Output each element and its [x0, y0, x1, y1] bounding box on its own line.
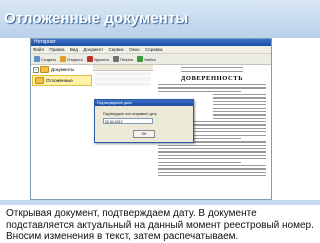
caption-text: Открывая документ, подтверждаем дату. В … [0, 205, 320, 243]
doc-text-line [158, 171, 266, 173]
doc-text-line [158, 158, 266, 160]
delete-button[interactable]: Удалить [86, 56, 110, 62]
doc-text-line [158, 175, 266, 177]
doc-text-line [213, 100, 266, 102]
caption-line: Открывая документ, подтверждаем дату. В … [6, 208, 257, 219]
doc-text-line [213, 94, 266, 96]
dialog-titlebar: Подтверждение даты [95, 100, 193, 106]
doc-text-line [158, 87, 266, 89]
menu-item-service[interactable]: Сервис [108, 47, 123, 52]
folder-tree: − Документы Отложенные [31, 65, 94, 199]
date-field[interactable]: 02.04.2012 [103, 118, 153, 124]
list-item[interactable] [95, 82, 151, 86]
list-item[interactable] [95, 77, 151, 81]
ok-button[interactable]: OK [133, 130, 155, 138]
date-confirm-dialog: Подтверждение даты Подтвердите или испра… [94, 99, 194, 143]
doc-text-line [213, 110, 266, 113]
new-doc-button[interactable]: Создать [33, 56, 57, 62]
caption-line: подставляется актуальный на данный момен… [6, 219, 314, 231]
menu-bar: Файл Правка Вид Документ Сервис Окно Спр… [31, 46, 271, 54]
caption-line: Вносим изменения в текст, затем распечат… [6, 231, 239, 242]
dialog-prompt: Подтвердите или исправьте дату [103, 112, 157, 116]
tree-item-label: Отложенные [46, 78, 73, 83]
tree-item-documents[interactable]: − Документы [31, 65, 93, 74]
doc-text-line [158, 83, 266, 86]
new-doc-icon [34, 56, 40, 62]
folder-icon [35, 77, 44, 84]
tree-item-deferred[interactable]: Отложенные [32, 75, 92, 86]
window-titlebar: Нотариат [31, 39, 271, 46]
open-doc-button[interactable]: Открыть [59, 56, 84, 62]
tree-item-label: Документы [51, 67, 75, 72]
collapse-icon[interactable]: − [33, 66, 39, 73]
print-icon [113, 56, 120, 62]
search-button[interactable]: Найти [136, 56, 156, 62]
folder-icon [40, 66, 49, 73]
doc-text-line [158, 161, 241, 163]
doc-text-line [158, 144, 266, 146]
doc-text-line [213, 107, 266, 109]
slide-title: Отложенные документы [4, 10, 189, 27]
doc-text-line [213, 114, 266, 116]
toolbar: Создать Открыть Удалить Печать Найти [31, 54, 271, 65]
list-header [93, 65, 153, 71]
doc-text-line [213, 97, 266, 99]
menu-item-help[interactable]: Справка [145, 47, 163, 52]
doc-text-line [158, 154, 266, 156]
doc-text-line [158, 164, 266, 167]
delete-icon [86, 56, 93, 62]
caption-box: Открывая документ, подтверждаем дату. В … [0, 200, 320, 243]
doc-text-line [213, 117, 266, 119]
search-icon [137, 56, 144, 62]
doc-text-line [158, 148, 266, 150]
doc-text-line [158, 90, 241, 92]
doc-text-line [181, 67, 243, 69]
menu-item-document[interactable]: Документ [83, 47, 103, 52]
print-button[interactable]: Печать [112, 56, 134, 62]
open-doc-icon [60, 56, 67, 62]
doc-text-line [158, 168, 266, 170]
menu-item-file[interactable]: Файл [33, 47, 44, 52]
doc-text-line [158, 151, 266, 153]
slide-header: Отложенные документы [0, 0, 320, 38]
list-item[interactable] [95, 72, 151, 76]
doc-text-line [181, 70, 243, 72]
doc-text-line [213, 104, 266, 106]
menu-item-edit[interactable]: Правка [49, 47, 64, 52]
document-heading: ДОВЕРЕННОСТЬ [180, 74, 244, 82]
menu-item-view[interactable]: Вид [70, 47, 78, 52]
menu-item-window[interactable]: Окно [129, 47, 139, 52]
